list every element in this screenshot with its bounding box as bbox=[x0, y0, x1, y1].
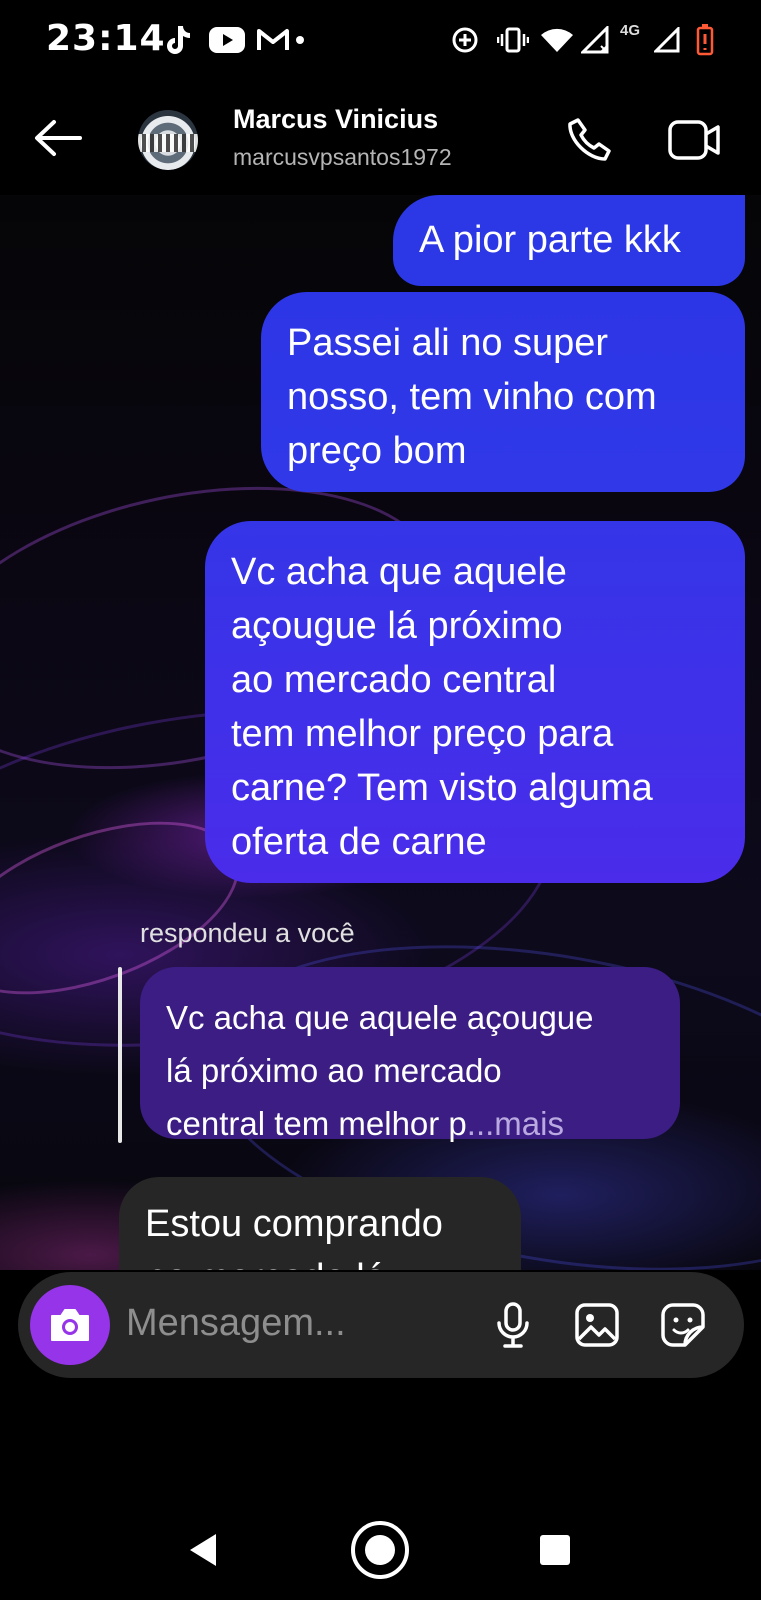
status-time: 23:14 bbox=[46, 18, 166, 59]
quoted-message[interactable]: Vc acha que aquele açougue lá próximo ao… bbox=[140, 967, 680, 1142]
message-bubble-sent[interactable]: A pior parte kkk bbox=[393, 195, 745, 286]
triangle-back-icon bbox=[190, 1534, 216, 1566]
message-composer: Mensagem... bbox=[18, 1272, 744, 1378]
microphone-icon bbox=[497, 1302, 529, 1348]
chat-header: Marcus Vinicius marcusvpsantos1972 bbox=[0, 80, 761, 195]
nav-home-button[interactable] bbox=[345, 1518, 415, 1582]
camera-button[interactable] bbox=[30, 1285, 110, 1365]
contact-name[interactable]: Marcus Vinicius bbox=[233, 104, 438, 135]
message-bubble-received[interactable]: Estou comprando no mercado lá bbox=[119, 1177, 521, 1270]
dot-icon bbox=[294, 22, 306, 58]
camera-icon bbox=[51, 1309, 89, 1341]
avatar[interactable] bbox=[138, 110, 198, 170]
tiktok-icon bbox=[162, 22, 192, 58]
wifi-icon bbox=[540, 22, 574, 58]
data-saver-icon bbox=[450, 22, 480, 58]
message-input[interactable]: Mensagem... bbox=[126, 1302, 346, 1345]
voice-message-button[interactable] bbox=[486, 1298, 540, 1352]
vibrate-icon bbox=[496, 22, 530, 58]
nav-recents-button[interactable] bbox=[520, 1518, 590, 1582]
contact-username[interactable]: marcusvpsantos1972 bbox=[233, 144, 452, 171]
system-navigation-bar bbox=[0, 1500, 761, 1600]
chat-thread[interactable]: A pior parte kkk Passei ali no super nos… bbox=[0, 195, 761, 1270]
back-button[interactable] bbox=[32, 118, 84, 158]
sticker-icon bbox=[661, 1303, 705, 1347]
gallery-button[interactable] bbox=[570, 1298, 624, 1352]
video-call-button[interactable] bbox=[664, 110, 724, 170]
signal-icon bbox=[652, 22, 682, 58]
status-bar: 23:14 4G bbox=[0, 0, 761, 80]
message-bubble-sent[interactable]: Passei ali no super nosso, tem vinho com… bbox=[261, 292, 745, 492]
signal-icon bbox=[580, 22, 612, 58]
gallery-icon bbox=[575, 1303, 619, 1347]
home-circle-icon bbox=[351, 1521, 409, 1579]
sticker-button[interactable] bbox=[656, 1298, 710, 1352]
nav-back-button[interactable] bbox=[168, 1518, 238, 1582]
square-recents-icon bbox=[540, 1535, 570, 1565]
message-bubble-sent[interactable]: Vc acha que aquele açougue lá próximo ao… bbox=[205, 521, 745, 883]
reply-indicator-line bbox=[118, 967, 122, 1143]
youtube-icon bbox=[208, 22, 246, 58]
back-arrow-icon bbox=[35, 120, 82, 156]
network-type: 4G bbox=[620, 22, 641, 39]
see-more-link[interactable]: ...mais bbox=[467, 1105, 564, 1142]
voice-call-button[interactable] bbox=[558, 110, 618, 170]
phone-icon bbox=[568, 118, 611, 161]
video-camera-icon bbox=[668, 120, 720, 160]
reply-label: respondeu a você bbox=[140, 918, 355, 948]
battery-low-icon bbox=[694, 22, 716, 58]
gmail-icon bbox=[256, 22, 290, 58]
